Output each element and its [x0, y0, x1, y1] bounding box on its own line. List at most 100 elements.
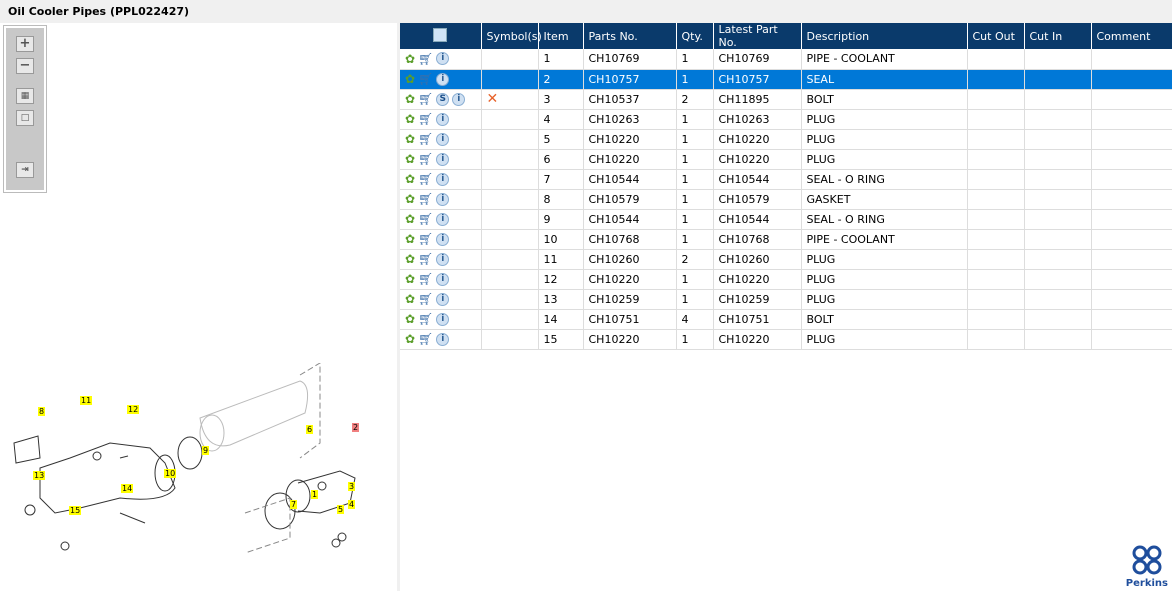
gear-icon[interactable]: ✿ [405, 212, 415, 226]
table-row[interactable]: ✿ 🛒︎ i 8 CH10579 1 CH10579 GASKET [400, 189, 1172, 210]
gear-icon[interactable]: ✿ [405, 272, 415, 286]
desc-cell: PLUG [801, 129, 968, 150]
table-row[interactable]: ✿ 🛒︎ i 7 CH10544 1 CH10544 SEAL - O RING [400, 169, 1172, 190]
table-row[interactable]: ✿ 🛒︎ i 14 CH10751 4 CH10751 BOLT [400, 309, 1172, 330]
info-icon[interactable]: i [436, 252, 450, 266]
gear-icon[interactable]: ✿ [405, 52, 415, 66]
column-header[interactable]: Description [801, 23, 968, 49]
view-icon-header[interactable] [400, 23, 482, 49]
gear-icon[interactable]: ✿ [405, 92, 415, 106]
cart-icon[interactable]: 🛒︎ [418, 112, 433, 126]
info-icon[interactable]: i [436, 332, 450, 346]
table-row[interactable]: ✿ 🛒︎ i 9 CH10544 1 CH10544 SEAL - O RING [400, 209, 1172, 230]
gear-icon[interactable]: ✿ [405, 192, 415, 206]
gear-icon[interactable]: ✿ [405, 292, 415, 306]
table-row[interactable]: ✿ 🛒︎ i 12 CH10220 1 CH10220 PLUG [400, 269, 1172, 290]
callout-label[interactable]: 9 [202, 446, 210, 455]
table-row[interactable]: ✿ 🛒︎ i 1 CH10769 1 CH10769 PIPE - COOLANT [400, 49, 1172, 70]
table-row[interactable]: ✿ 🛒︎ i 10 CH10768 1 CH10768 PIPE - COOLANT [400, 229, 1172, 250]
callout-label[interactable]: 6 [306, 425, 314, 434]
gear-icon[interactable]: ✿ [405, 132, 415, 146]
cart-icon[interactable]: 🛒︎ [418, 312, 433, 326]
callout-label[interactable]: 2 [352, 423, 360, 432]
info-icon[interactable]: i [436, 192, 450, 206]
table-row[interactable]: ✿ 🛒︎ i 4 CH10263 1 CH10263 PLUG [400, 109, 1172, 130]
table-row[interactable]: ✿ 🛒︎ i 13 CH10259 1 CH10259 PLUG [400, 289, 1172, 310]
info-icon[interactable]: i [436, 152, 450, 166]
callout-label[interactable]: 7 [290, 500, 298, 509]
toggle-list-button[interactable]: ⇥ [16, 162, 34, 178]
info-icon[interactable]: i [436, 212, 450, 226]
cart-icon[interactable]: 🛒︎ [418, 132, 433, 146]
gear-icon[interactable]: ✿ [405, 152, 415, 166]
info-icon[interactable]: i [436, 112, 450, 126]
callout-label[interactable]: 1 [311, 490, 319, 499]
info-icon[interactable]: i [436, 292, 450, 306]
column-header[interactable]: Cut Out [967, 23, 1025, 49]
gear-icon[interactable]: ✿ [405, 312, 415, 326]
cart-icon[interactable]: 🛒︎ [418, 72, 433, 86]
cart-icon[interactable]: 🛒︎ [418, 92, 433, 106]
table-row[interactable]: ✿ 🛒︎ i 15 CH10220 1 CH10220 PLUG [400, 329, 1172, 350]
column-header[interactable]: Cut In [1024, 23, 1092, 49]
callout-label[interactable]: 5 [337, 505, 345, 514]
column-header[interactable]: Symbol(s) [481, 23, 542, 49]
zoom-out-button[interactable]: − [16, 58, 34, 74]
row-actions: ✿ 🛒︎ i [400, 269, 482, 290]
qty-cell: 1 [676, 289, 714, 310]
fit-all-button[interactable]: ▦ [16, 88, 34, 104]
magnify-icon[interactable] [433, 27, 448, 42]
s-symbol-icon[interactable]: S [436, 92, 450, 106]
callout-label[interactable]: 3 [348, 482, 356, 491]
part-cell: CH10544 [583, 169, 677, 190]
cart-icon[interactable]: 🛒︎ [418, 232, 433, 246]
cart-icon[interactable]: 🛒︎ [418, 272, 433, 286]
cart-icon[interactable]: 🛒︎ [418, 192, 433, 206]
callout-label[interactable]: 13 [33, 471, 46, 480]
info-icon[interactable]: i [436, 52, 450, 66]
column-header[interactable]: Comment [1091, 23, 1172, 49]
diagram-panel[interactable]: + − ▦ □ ⇥ 11 12 8 9 10 13 14 15 6 2 1 3 4 5 7 [0, 23, 397, 591]
callout-label[interactable]: 4 [348, 500, 356, 509]
info-icon[interactable]: i [436, 132, 450, 146]
cut-in-cell [1024, 129, 1092, 150]
info-icon[interactable]: i [452, 92, 466, 106]
cart-icon[interactable]: 🛒︎ [418, 332, 433, 346]
cart-icon[interactable]: 🛒︎ [418, 252, 433, 266]
column-header[interactable]: Latest Part No. [713, 23, 802, 49]
table-row[interactable]: ✿ 🛒︎ Si ✕ 3 CH10537 2 CH11895 BOLT [400, 89, 1172, 110]
info-icon[interactable]: i [436, 272, 450, 286]
gear-icon[interactable]: ✿ [405, 332, 415, 346]
gear-icon[interactable]: ✿ [405, 172, 415, 186]
cart-icon[interactable]: 🛒︎ [418, 292, 433, 306]
fit-window-button[interactable]: □ [16, 110, 34, 126]
info-icon[interactable]: i [436, 232, 450, 246]
gear-icon[interactable]: ✿ [405, 112, 415, 126]
column-header[interactable]: Item [538, 23, 584, 49]
table-row[interactable]: ✿ 🛒︎ i 2 CH10757 1 CH10757 SEAL [400, 69, 1172, 90]
callout-label[interactable]: 15 [69, 506, 82, 515]
info-icon[interactable]: i [436, 172, 450, 186]
zoom-in-button[interactable]: + [16, 36, 34, 52]
info-icon[interactable]: i [436, 312, 450, 326]
info-icon[interactable]: i [436, 72, 450, 86]
callout-label[interactable]: 10 [164, 469, 177, 478]
gear-icon[interactable]: ✿ [405, 252, 415, 266]
table-row[interactable]: ✿ 🛒︎ i 11 CH10260 2 CH10260 PLUG [400, 249, 1172, 270]
table-row[interactable]: ✿ 🛒︎ i 6 CH10220 1 CH10220 PLUG [400, 149, 1172, 170]
callout-label[interactable]: 14 [121, 484, 134, 493]
row-actions: ✿ 🛒︎ i [400, 209, 482, 230]
gear-icon[interactable]: ✿ [405, 72, 415, 86]
callout-label[interactable]: 12 [127, 405, 140, 414]
cart-icon[interactable]: 🛒︎ [418, 172, 433, 186]
cut-out-cell [967, 129, 1025, 150]
column-header[interactable]: Parts No. [583, 23, 677, 49]
gear-icon[interactable]: ✿ [405, 232, 415, 246]
cart-icon[interactable]: 🛒︎ [418, 152, 433, 166]
callout-label[interactable]: 8 [38, 407, 46, 416]
callout-label[interactable]: 11 [80, 396, 93, 405]
column-header[interactable]: Qty. [676, 23, 714, 49]
cart-icon[interactable]: 🛒︎ [418, 212, 433, 226]
table-row[interactable]: ✿ 🛒︎ i 5 CH10220 1 CH10220 PLUG [400, 129, 1172, 150]
cart-icon[interactable]: 🛒︎ [418, 52, 433, 66]
